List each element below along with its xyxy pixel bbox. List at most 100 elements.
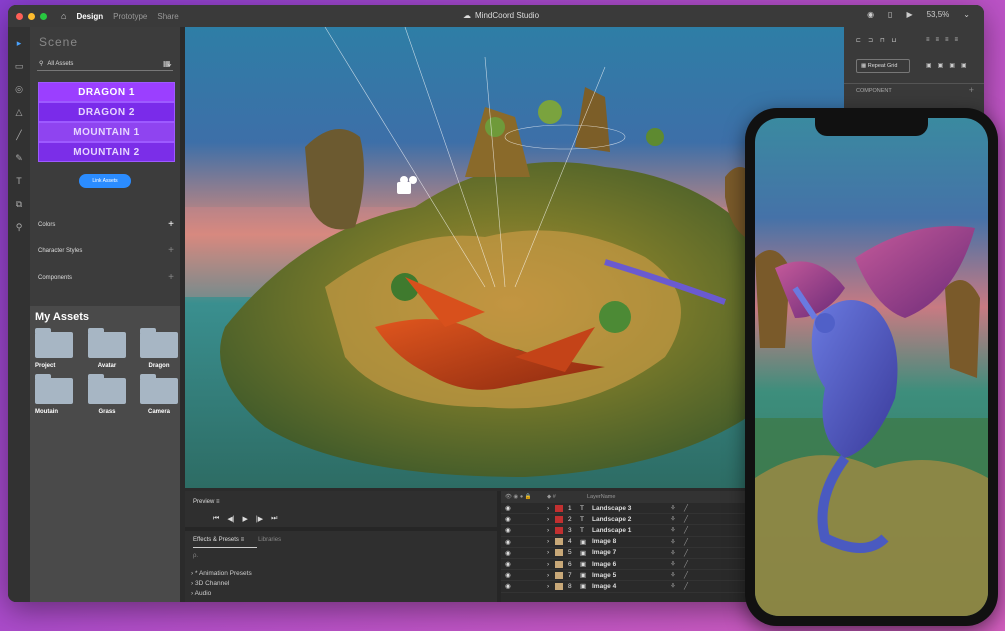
switch-icon[interactable]: ⚘ bbox=[670, 549, 684, 557]
pen-icon[interactable]: ╱ bbox=[684, 515, 694, 523]
tab-libraries[interactable]: Libraries bbox=[258, 537, 281, 543]
eye-icon[interactable]: ◉ bbox=[501, 504, 519, 512]
layer-color-swatch[interactable] bbox=[555, 549, 563, 557]
list-item[interactable]: › 3D Channel bbox=[191, 579, 252, 589]
pen-icon[interactable]: ╱ bbox=[684, 582, 694, 590]
layer-color-swatch[interactable] bbox=[555, 560, 563, 568]
pen-icon[interactable]: ╱ bbox=[684, 526, 694, 534]
list-item-dragon-1[interactable]: DRAGON 1 bbox=[38, 82, 175, 102]
folder-dragon[interactable]: Dragon bbox=[140, 328, 178, 369]
list-item-mountain-2[interactable]: MOUNTAIN 2 bbox=[38, 142, 175, 162]
grid-view-icon[interactable]: ▦ bbox=[163, 59, 171, 68]
pen-icon[interactable]: ✎ bbox=[13, 152, 25, 164]
layer-color-swatch[interactable] bbox=[555, 504, 563, 512]
boolean-subtract-icon[interactable]: ▣ bbox=[938, 62, 944, 69]
device-preview-icon[interactable]: ▯ bbox=[888, 10, 892, 19]
distribute-h-icon[interactable]: ≡ bbox=[926, 37, 930, 43]
expand-icon[interactable]: › bbox=[547, 505, 555, 512]
align-left-icon[interactable]: ⊏ bbox=[856, 37, 861, 44]
line-icon[interactable]: ╱ bbox=[13, 129, 25, 141]
step-forward-icon[interactable]: |▶ bbox=[256, 515, 263, 523]
expand-icon[interactable]: › bbox=[547, 527, 555, 534]
pen-icon[interactable]: ╱ bbox=[684, 571, 694, 579]
list-item-mountain-1[interactable]: MOUNTAIN 1 bbox=[38, 122, 175, 142]
tab-prototype[interactable]: Prototype bbox=[113, 12, 147, 21]
user-icon[interactable]: ◉ bbox=[867, 10, 874, 19]
zoom-level[interactable]: 53,5% bbox=[927, 10, 950, 19]
tab-effects-presets[interactable]: Effects & Presets ≡ bbox=[193, 537, 244, 543]
rectangle-icon[interactable]: ▭ bbox=[13, 60, 25, 72]
list-item[interactable]: › * Animation Presets bbox=[191, 569, 252, 579]
folder-grass[interactable]: Grass bbox=[88, 374, 126, 415]
pen-icon[interactable]: ╱ bbox=[684, 560, 694, 568]
menu-icon[interactable]: ≡ bbox=[216, 499, 220, 505]
align-top-icon[interactable]: ⊔ bbox=[892, 37, 897, 44]
add-character-style-icon[interactable]: + bbox=[168, 245, 174, 256]
switch-icon[interactable]: ⚘ bbox=[670, 571, 684, 579]
select-arrow-icon[interactable]: ▸ bbox=[13, 37, 25, 49]
eye-icon[interactable]: ◉ bbox=[501, 515, 519, 523]
zoom-icon[interactable]: ⚲ bbox=[13, 221, 25, 233]
layer-color-swatch[interactable] bbox=[555, 582, 563, 590]
skip-to-start-icon[interactable]: ⏮ bbox=[213, 515, 219, 523]
add-color-icon[interactable]: + bbox=[168, 219, 174, 230]
boolean-exclude-icon[interactable]: ▣ bbox=[961, 62, 967, 69]
chevron-down-icon[interactable]: ⌄ bbox=[963, 10, 970, 19]
assets-filter-dropdown[interactable]: ⚲ All Assets ⌄ bbox=[37, 57, 173, 71]
play-icon[interactable]: ▶ bbox=[243, 515, 248, 523]
artboard-icon[interactable]: ⧉ bbox=[13, 198, 25, 210]
switch-icon[interactable]: ⚘ bbox=[670, 526, 684, 534]
pen-icon[interactable]: ╱ bbox=[684, 538, 694, 546]
link-assets-button[interactable]: Link Assets bbox=[79, 174, 131, 188]
expand-icon[interactable]: › bbox=[547, 583, 555, 590]
add-component-icon[interactable]: + bbox=[168, 272, 174, 283]
folder-moutain[interactable]: Moutain bbox=[35, 374, 73, 415]
expand-icon[interactable]: › bbox=[547, 561, 555, 568]
distribute-v-icon[interactable]: ≡ bbox=[936, 37, 940, 43]
folder-camera[interactable]: Camera bbox=[140, 374, 178, 415]
distribute-center-icon[interactable]: ≡ bbox=[945, 37, 949, 43]
skip-to-end-icon[interactable]: ⏭ bbox=[271, 515, 277, 523]
align-right-icon[interactable]: ⊓ bbox=[880, 37, 885, 44]
distribute-bottom-icon[interactable]: ≡ bbox=[955, 37, 959, 43]
eye-icon[interactable]: ◉ bbox=[501, 571, 519, 579]
ellipse-icon[interactable]: ◎ bbox=[13, 83, 25, 95]
home-icon[interactable]: ⌂ bbox=[61, 11, 66, 21]
expand-icon[interactable]: › bbox=[547, 572, 555, 579]
switch-icon[interactable]: ⚘ bbox=[670, 538, 684, 546]
add-component-icon[interactable]: + bbox=[969, 85, 974, 95]
switch-icon[interactable]: ⚘ bbox=[670, 504, 684, 512]
eye-icon[interactable]: ◉ bbox=[501, 538, 519, 546]
tab-design[interactable]: Design bbox=[76, 12, 103, 21]
text-icon[interactable]: T bbox=[13, 175, 25, 187]
close-window-button[interactable] bbox=[16, 12, 23, 20]
folder-avatar[interactable]: Avatar bbox=[88, 328, 126, 369]
pen-icon[interactable]: ╱ bbox=[684, 549, 694, 557]
expand-icon[interactable]: › bbox=[547, 538, 555, 545]
layer-color-swatch[interactable] bbox=[555, 515, 563, 523]
switch-icon[interactable]: ⚘ bbox=[670, 582, 684, 590]
colors-section[interactable]: Colors + bbox=[38, 219, 174, 230]
eye-icon[interactable]: ◉ bbox=[501, 549, 519, 557]
expand-icon[interactable]: › bbox=[547, 516, 555, 523]
pen-icon[interactable]: ╱ bbox=[684, 504, 694, 512]
repeat-grid-button[interactable]: ▦ Repeat Grid bbox=[856, 59, 910, 73]
boolean-intersect-icon[interactable]: ▣ bbox=[949, 62, 955, 69]
list-item[interactable]: › Audio bbox=[191, 589, 252, 599]
effects-search-input[interactable]: ρ. bbox=[193, 553, 493, 563]
minimize-window-button[interactable] bbox=[28, 12, 35, 20]
layer-color-swatch[interactable] bbox=[555, 538, 563, 546]
character-styles-section[interactable]: Character Styles + bbox=[38, 245, 174, 256]
zoom-window-button[interactable] bbox=[40, 12, 47, 20]
layer-color-swatch[interactable] bbox=[555, 571, 563, 579]
tab-share[interactable]: Share bbox=[157, 12, 178, 21]
align-center-icon[interactable]: ⊐ bbox=[868, 37, 873, 44]
eye-icon[interactable]: ◉ bbox=[501, 582, 519, 590]
switch-icon[interactable]: ⚘ bbox=[670, 515, 684, 523]
layer-color-swatch[interactable] bbox=[555, 526, 563, 534]
list-item-dragon-2[interactable]: DRAGON 2 bbox=[38, 102, 175, 122]
play-icon[interactable]: ▶ bbox=[906, 10, 912, 19]
triangle-icon[interactable]: △ bbox=[13, 106, 25, 118]
components-section[interactable]: Components + bbox=[38, 272, 174, 283]
switch-icon[interactable]: ⚘ bbox=[670, 560, 684, 568]
